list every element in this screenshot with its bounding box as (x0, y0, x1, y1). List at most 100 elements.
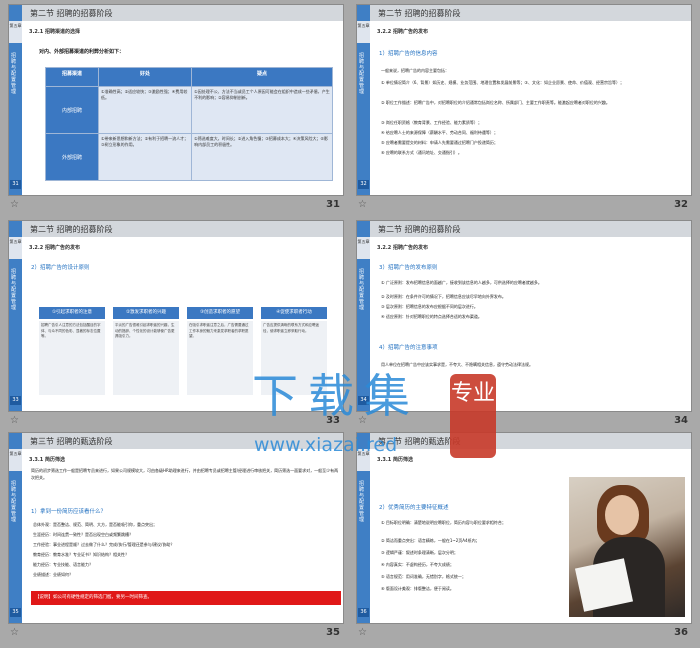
slide-subheading: 3.2.2 招聘广告的发布 (29, 245, 80, 251)
intro-text: 对内、外部招募渠道的利弊分析如下： (39, 49, 125, 55)
slide-title: 第三节 招聘的甄选阶段 (378, 437, 461, 446)
slide-sidebar: 第五章 招聘与配置管理 36 (357, 433, 370, 623)
table-cell: ①因处理不公、方法不当或员工个人原因可能会在组织中造成一些矛盾，产生不利的影响；… (191, 86, 333, 134)
slide-thumbnail-36[interactable]: 第五章 招聘与配置管理 36 第三节 招聘的甄选阶段 3.3.1 简历筛选 2）… (356, 432, 692, 624)
body-line: ① 目标职位明确：清楚地说明应聘职位，简历内容与职位要求相符合； (381, 520, 506, 525)
body-line: ③ 层次原则：招聘信息的发布应根据不同的层次进行。 (381, 304, 478, 309)
slide-thumbnail-34[interactable]: 第五章 招聘与配置管理 34 第二节 招聘的招募阶段 3.2.2 招聘广告的发布… (356, 220, 692, 412)
slide-number: 35 (326, 627, 340, 638)
star-icon[interactable]: ☆ (10, 627, 19, 638)
principle-box-text: 广告应提供清晰的联系方式和应聘途径，使求职者立即采取行动。 (261, 321, 327, 395)
slide-page-number: 34 (358, 396, 369, 405)
chapter-tab: 第五章 (357, 21, 370, 43)
slide-sidebar: 第五章 招聘与配置管理 35 (9, 433, 22, 623)
section-title: 3）招聘广告的发布原则 (379, 265, 438, 271)
interview-photo (569, 477, 685, 617)
table-cell: ①带来新思想和新方法；②有利于招聘一流人才；③树立形象的作用。 (97, 133, 193, 181)
slide-title: 第二节 招聘的招募阶段 (30, 9, 113, 18)
chapter-tab: 第五章 (9, 449, 22, 471)
slide-page-number: 31 (10, 180, 21, 189)
slide-title: 第二节 招聘的招募阶段 (30, 225, 113, 234)
principle-box-text: 招聘广告引人注意的方法包括醒目的字体、与众不同的色彩、显著的标志位置等。 (39, 321, 105, 395)
body-line: ④ 适应原则：针对招聘职位的特点选择合适的发布渠道。 (381, 314, 482, 319)
slide-footer: ☆ 36 (356, 626, 692, 642)
slide-sidebar: 第五章 招聘与配置管理 34 (357, 221, 370, 411)
chapter-tab: 第五章 (357, 449, 370, 471)
chapter-tab: 第五章 (9, 237, 22, 259)
body-line: ③ 逻辑严谨：叙述时条理清晰，层次分明； (381, 550, 458, 555)
body-line: ⑥ 版面设计美观：排版整洁，便于阅读。 (381, 586, 454, 591)
row-label: 外部招聘 (45, 133, 99, 181)
section-title: 1）拿到一份简历应该看什么？ (31, 509, 107, 515)
star-icon[interactable]: ☆ (10, 415, 19, 426)
slide-thumbnail-31[interactable]: 第五章 招聘与配置管理 31 第二节 招聘的招募阶段 3.2.1 招聘渠道的选择… (8, 4, 344, 196)
star-icon[interactable]: ☆ (358, 415, 367, 426)
slide-header: 第三节 招聘的甄选阶段 (22, 433, 343, 449)
chapter-tab: 第五章 (9, 21, 22, 43)
star-icon[interactable]: ☆ (10, 199, 19, 210)
principle-box-title: ③创造求职者的愿望 (187, 307, 253, 319)
slide-number: 34 (674, 415, 688, 426)
slide-header: 第二节 招聘的招募阶段 (370, 221, 691, 237)
slide-thumbnail-32[interactable]: 第五章 招聘与配置管理 32 第二节 招聘的招募阶段 3.2.2 招聘广告的发布… (356, 4, 692, 196)
slide-subheading: 3.2.1 招聘渠道的选择 (29, 29, 80, 35)
star-icon[interactable]: ☆ (358, 627, 367, 638)
check-item: 工作经验：事业进程是顺？过去做了什么？完成/执行/管理还是参与/建议/协助？ (33, 542, 175, 547)
slide-header: 第二节 招聘的招募阶段 (22, 221, 343, 237)
body-line: ① 广泛原则：发布招聘信息的面越广，接收到该信息的人越多，可供选择的应聘者就越多… (381, 280, 542, 285)
slide-thumbnail-35[interactable]: 第五章 招聘与配置管理 35 第三节 招聘的甄选阶段 3.3.1 简历筛选 简历… (8, 432, 344, 624)
slide-number: 33 (326, 415, 340, 426)
slide-header: 第二节 招聘的招募阶段 (370, 5, 691, 21)
table-header: 招募渠道 (45, 67, 99, 87)
slide-sidebar: 第五章 招聘与配置管理 33 (9, 221, 22, 411)
table-header: 疑点 (191, 67, 333, 87)
slide-number: 31 (326, 199, 340, 210)
principle-box-title: ①引起求职者的注意 (39, 307, 105, 319)
note-bar: 【说明】如公司有硬性规定的筛选门槛，要另一时间筛查。 (31, 591, 341, 605)
slide-footer: ☆ 32 (356, 198, 692, 214)
section-title: 2）招聘广告的设计原则 (31, 265, 90, 271)
body-line: ② 及时原则：在条件许可的情况下，招聘信息应该尽早地向外界发布。 (381, 294, 506, 299)
section-title: 1）招聘广告的信息内容 (379, 51, 438, 57)
body-line: ② 职位工作描述：招聘广告中，对招聘职位的介绍通常包括岗位名称、所属部门、主要工… (381, 100, 610, 105)
body-line: ③ 岗位任职资格（教育背景、工作经验、能力素质等）； (381, 120, 482, 125)
slide-footer: ☆ 34 (356, 414, 692, 430)
body-line: 一般来说，招聘广告的内容主要包括： (381, 68, 449, 73)
chapter-title: 招聘与配置管理 (359, 53, 365, 95)
check-item: 能力经历：专业技能、语言能力？ (33, 562, 93, 567)
check-item: 生涯经历：时间连贯一致性？是否出现空白或频繁跳槽？ (33, 532, 133, 537)
table-cell: ①筛选难度大，时间长；②进入角色慢；③招募成本大；④决策风险大；⑤影响内部员工的… (191, 133, 333, 181)
slide-footer: ☆ 35 (8, 626, 344, 642)
check-item: 总体外观：是否整洁、规范、简明、大方，是否能吸引你，重点突出； (33, 522, 157, 527)
slide-subheading: 3.2.2 招聘广告的发布 (377, 29, 428, 35)
slide-number: 32 (674, 199, 688, 210)
principle-box-text: 平淡的广告很难引起求职者的兴趣，生动的措辞、个性化的设计能够使广告更具吸引力。 (113, 321, 179, 395)
table-row: 内部招聘 ①准确性高；②适应较快；③激励性强；④费用较低。 ①因处理不公、方法不… (45, 86, 333, 134)
slide-thumbnail-33[interactable]: 第五章 招聘与配置管理 33 第二节 招聘的招募阶段 3.2.2 招聘广告的发布… (8, 220, 344, 412)
principle-box-title: ②激发求职者的兴趣 (113, 307, 179, 319)
chapter-title: 招聘与配置管理 (359, 269, 365, 311)
intro-text: 简历的初步筛选工作一般是招聘专员来进行，如果公司规模较大，可由各级HR助理来进行… (31, 468, 339, 480)
slide-footer: ☆ 31 (8, 198, 344, 214)
slide-title: 第二节 招聘的招募阶段 (378, 9, 461, 18)
slide-sidebar: 第五章 招聘与配置管理 31 (9, 5, 22, 195)
check-item: 业绩描述：业绩如何？ (33, 572, 73, 577)
check-item: 教育经历：教育水准？专业证书？知识结构？相关性？ (33, 552, 129, 557)
star-icon[interactable]: ☆ (358, 199, 367, 210)
principle-box-text: 在吸引求职者注意之后，广告需要通过工作本身的魅力来激发求职者的求职愿望。 (187, 321, 253, 395)
table-header: 好处 (97, 67, 193, 87)
slide-title: 第二节 招聘的招募阶段 (378, 225, 461, 234)
slide-number: 36 (674, 627, 688, 638)
chapter-tab: 第五章 (357, 237, 370, 259)
body-line: ⑤ 语言规范：用词准确，无错别字，格式统一； (381, 574, 466, 579)
section-title: 2）优秀简历的主要特征概述 (379, 505, 449, 511)
slide-page-number: 33 (10, 396, 21, 405)
slide-header: 第三节 招聘的甄选阶段 (370, 433, 691, 449)
slide-title: 第三节 招聘的甄选阶段 (30, 437, 113, 446)
chapter-title: 招聘与配置管理 (359, 481, 365, 523)
slide-page-number: 32 (358, 180, 369, 189)
body-line: ④ 内容真实：不虚构经历，不夸大成绩； (381, 562, 454, 567)
body-line: ⑤ 应聘者需要提交的材料：申请人先需要通过招聘门户投递简历； (381, 140, 498, 145)
slide-subheading: 3.2.2 招聘广告的发布 (377, 245, 428, 251)
body-line: ② 简洁而重点突出：语言精练，一般在1~2页A4纸内； (381, 538, 480, 543)
